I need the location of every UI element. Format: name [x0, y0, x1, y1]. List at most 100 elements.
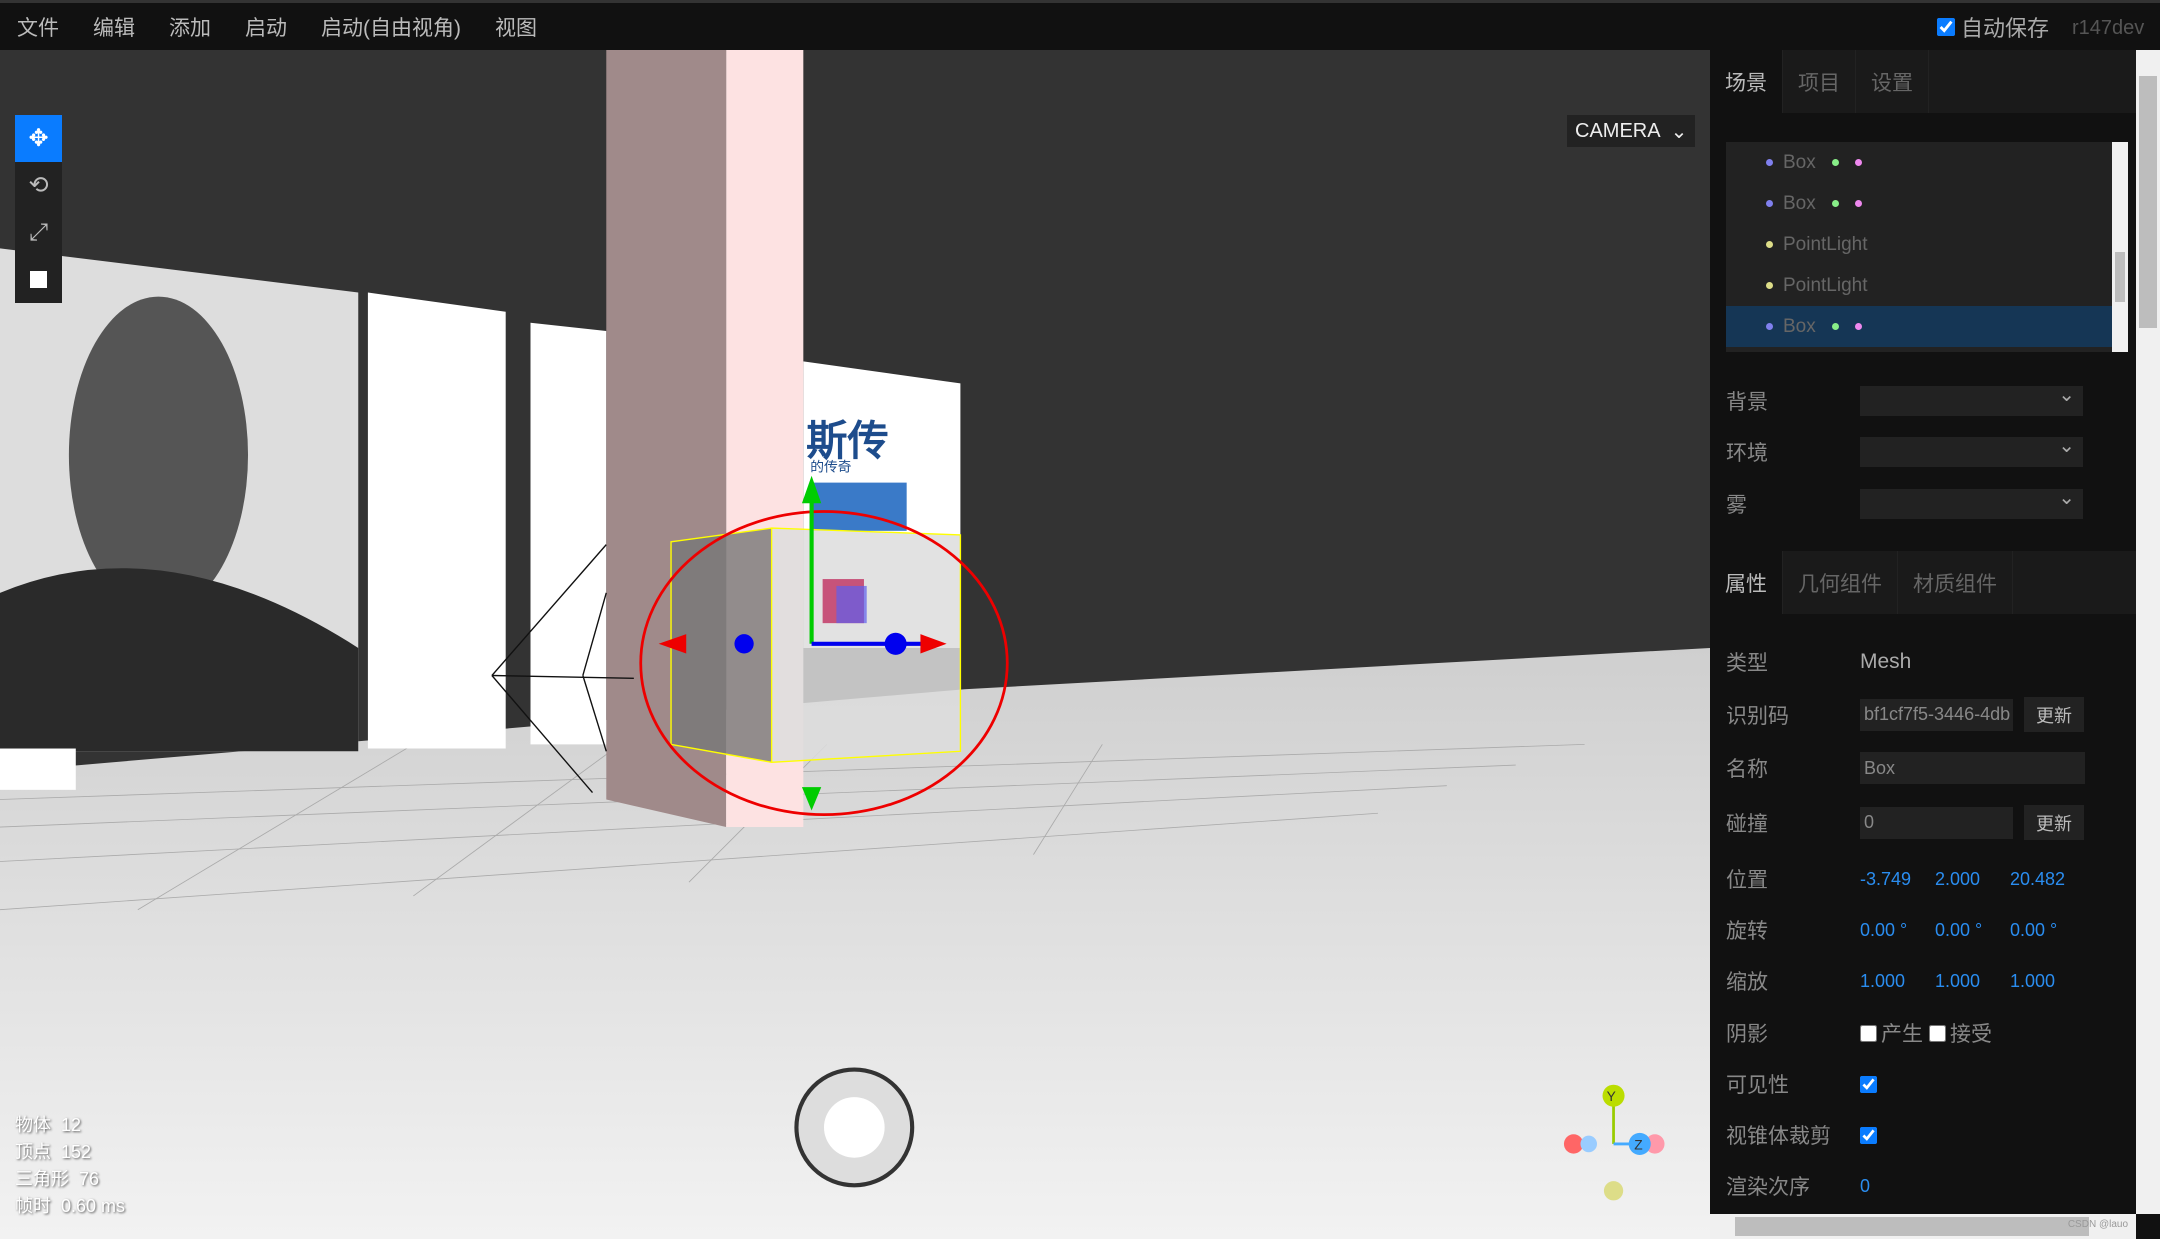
scale-x[interactable]: 1.000: [1860, 971, 1935, 992]
wall-panel: [367, 292, 506, 749]
environment-select[interactable]: [1860, 433, 2083, 467]
field-label: 位置: [1726, 869, 1768, 892]
scrollbar-thumb[interactable]: [1735, 1217, 2089, 1236]
item-name: Box: [1783, 151, 1816, 173]
menu-play-free[interactable]: 启动(自由视角): [304, 12, 478, 42]
uuid-update-button[interactable]: 更新: [2024, 697, 2084, 732]
field-label: 识别码: [1726, 704, 1789, 728]
gizmo-plane-handle[interactable]: [836, 585, 867, 624]
field-label: 可见性: [1726, 1074, 1789, 1097]
stat-value: 152: [61, 1142, 92, 1162]
scale-y[interactable]: 1.000: [1935, 971, 2010, 992]
outliner-item[interactable]: PointLight: [1726, 224, 2112, 265]
renderorder-row: 渲染次序 0: [1726, 1171, 1935, 1201]
joystick[interactable]: [794, 1067, 915, 1188]
uuid-row: 识别码 bf1cf7f5-3446-4db 更新: [1726, 697, 2084, 732]
field-label: 雾: [1726, 494, 1747, 517]
scrollbar-thumb[interactable]: [2139, 76, 2157, 328]
position-y[interactable]: 2.000: [1935, 869, 2010, 890]
cast-shadow-checkbox[interactable]: [1860, 1024, 1877, 1042]
outliner-item[interactable]: Box: [1726, 142, 2112, 183]
environment-row: 环境: [1726, 433, 2083, 467]
menu-add[interactable]: 添加: [152, 12, 228, 42]
move-icon[interactable]: ✥: [15, 115, 62, 162]
menu-file[interactable]: 文件: [0, 12, 76, 42]
axis-y-label: Y: [1607, 1089, 1616, 1104]
name-input[interactable]: Box: [1860, 752, 2085, 784]
scene-outliner[interactable]: Box Box PointLight PointLight Box: [1726, 142, 2128, 352]
stat-value: 76: [79, 1169, 100, 1189]
rotation-y[interactable]: 0.00 °: [1935, 920, 2010, 941]
rotation-z[interactable]: 0.00 °: [2010, 920, 2085, 941]
field-label: 视锥体裁剪: [1726, 1125, 1831, 1148]
autosave-checkbox[interactable]: [1937, 18, 1955, 36]
frustum-culling-checkbox[interactable]: [1860, 1126, 1877, 1144]
camera-dropdown[interactable]: CAMERA ⌄: [1567, 115, 1695, 147]
frustum-row: 视锥体裁剪: [1726, 1120, 1881, 1150]
item-name: PointLight: [1783, 233, 1868, 255]
stat-label: 三角形: [15, 1169, 69, 1189]
item-name: Box: [1783, 315, 1816, 337]
wall-panel: [530, 322, 607, 745]
background-row: 背景: [1726, 382, 2083, 416]
background-select[interactable]: [1860, 382, 2083, 416]
cast-label: 产生: [1881, 1023, 1923, 1046]
tab-geometry[interactable]: 几何组件: [1783, 551, 1898, 614]
menu-view[interactable]: 视图: [478, 12, 554, 42]
field-label: 阴影: [1726, 1023, 1768, 1046]
scale-z[interactable]: 1.000: [2010, 971, 2085, 992]
field-label: 碰撞: [1726, 812, 1768, 836]
tab-object[interactable]: 属性: [1710, 551, 1783, 614]
item-name: PointLight: [1783, 274, 1868, 296]
horizontal-scrollbar[interactable]: CSDN @lauo: [1710, 1214, 2136, 1239]
collision-update-button[interactable]: 更新: [2024, 805, 2084, 840]
local-space-toggle[interactable]: [15, 256, 62, 303]
position-x[interactable]: -3.749: [1860, 869, 1935, 890]
field-label: 旋转: [1726, 920, 1768, 943]
scene-render[interactable]: 斯传 的传奇 Y Z: [0, 50, 1710, 1239]
outliner-scrollbar[interactable]: [2112, 142, 2128, 352]
position-z[interactable]: 20.482: [2010, 869, 2085, 890]
stat-label: 帧时: [15, 1196, 51, 1216]
poster-subtext: 的传奇: [810, 459, 852, 475]
menu-play[interactable]: 启动: [228, 12, 304, 42]
field-label: 名称: [1726, 758, 1768, 781]
tab-project[interactable]: 项目: [1783, 50, 1856, 113]
property-tabs: 属性 几何组件 材质组件: [1710, 551, 2136, 614]
rotate-icon[interactable]: ⟲: [15, 162, 62, 209]
tab-settings[interactable]: 设置: [1856, 50, 1929, 113]
poster-text: 斯传: [806, 418, 889, 464]
gizmo-x-handle[interactable]: [884, 632, 907, 655]
stat-value: 12: [61, 1115, 82, 1135]
outliner-item[interactable]: PointLight: [1726, 265, 2112, 306]
field-label: 环境: [1726, 442, 1768, 465]
visible-checkbox[interactable]: [1860, 1075, 1877, 1093]
uuid-input[interactable]: bf1cf7f5-3446-4db: [1860, 698, 2013, 731]
autosave-toggle[interactable]: 自动保存: [1937, 11, 2049, 43]
collision-input[interactable]: 0: [1860, 806, 2013, 839]
tab-material[interactable]: 材质组件: [1898, 551, 2013, 614]
fog-select[interactable]: [1860, 485, 2083, 519]
outliner-item-selected[interactable]: Box: [1726, 306, 2112, 347]
viewport-3d[interactable]: 斯传 的传奇 Y Z ✥ ⟲ ⤢ CAMERA ⌄ 物体 12 顶点 152 三角形 7…: [0, 50, 1710, 1239]
sidebar-tabs: 场景 项目 设置: [1710, 50, 2136, 113]
gizmo-x-handle-neg[interactable]: [734, 634, 754, 654]
field-label: 类型: [1726, 652, 1768, 675]
menu-edit[interactable]: 编辑: [76, 12, 152, 42]
scale-icon[interactable]: ⤢: [15, 209, 62, 256]
scale-row: 缩放 1.000 1.000 1.000: [1726, 966, 2085, 996]
outliner-item[interactable]: Box: [1726, 183, 2112, 224]
watermark: CSDN @lauo: [2067, 1219, 2128, 1230]
sidebar-scrollbar[interactable]: [2136, 50, 2160, 1214]
fog-row: 雾: [1726, 485, 2083, 519]
stat-label: 顶点: [15, 1142, 51, 1162]
wall-block: [0, 748, 76, 790]
visible-row: 可见性: [1726, 1069, 1881, 1099]
receive-shadow-checkbox[interactable]: [1929, 1024, 1946, 1042]
chevron-down-icon: ⌄: [1670, 120, 1688, 143]
rotation-x[interactable]: 0.00 °: [1860, 920, 1935, 941]
renderorder-value[interactable]: 0: [1860, 1176, 1935, 1197]
tab-scene[interactable]: 场景: [1710, 50, 1783, 113]
item-name: Box: [1783, 192, 1816, 214]
portrait-head: [68, 296, 249, 614]
